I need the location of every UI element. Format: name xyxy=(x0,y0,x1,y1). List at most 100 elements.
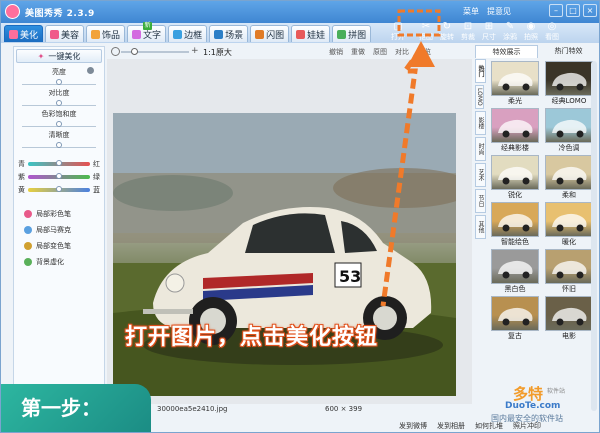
effect-item[interactable]: 锐化 xyxy=(491,155,539,200)
tab-label: 美容 xyxy=(61,30,80,41)
tab-icon xyxy=(337,29,347,39)
zoom-in-icon[interactable]: + xyxy=(191,46,199,56)
effect-thumbnail[interactable] xyxy=(545,249,593,284)
tab-0[interactable]: 美化 xyxy=(4,25,44,42)
tab-effects-show[interactable]: 特效展示 xyxy=(475,45,538,58)
one-key-beautify-label: 一键美化 xyxy=(48,51,81,61)
effect-item[interactable]: 复古 xyxy=(491,296,539,341)
effect-item[interactable]: 怀旧 xyxy=(545,249,593,294)
slider-knob[interactable] xyxy=(56,142,62,148)
color-slider[interactable] xyxy=(28,186,90,192)
status-filename: 30000ea5e2410.jpg xyxy=(157,405,228,413)
effect-item[interactable]: 经典影楼 xyxy=(491,108,539,153)
reset-icon[interactable] xyxy=(87,67,94,74)
effect-category-tab[interactable]: 时尚 xyxy=(475,137,486,161)
color-slider-knob[interactable] xyxy=(56,173,62,179)
feature-item[interactable]: 背景虚化 xyxy=(24,257,104,267)
feature-item[interactable]: 局部彩色笔 xyxy=(24,209,104,219)
color-slider-knob[interactable] xyxy=(56,186,62,192)
zoom-slider[interactable] xyxy=(121,48,189,55)
slider-label: 色彩饱和度 xyxy=(41,110,77,118)
slider-track[interactable] xyxy=(22,142,96,148)
effect-category-tab[interactable]: LOMO xyxy=(475,85,484,109)
tool-icon: ◎ xyxy=(547,21,557,32)
slider-knob[interactable] xyxy=(56,121,62,127)
close-icon[interactable]: × xyxy=(583,4,597,17)
effect-thumbnail[interactable] xyxy=(545,155,593,190)
effect-category-tab[interactable]: 热门 xyxy=(475,59,486,83)
bottom-link-0[interactable]: 发到微博 xyxy=(399,421,427,431)
tab-icon xyxy=(132,29,142,39)
effect-thumbnail[interactable] xyxy=(491,155,539,190)
effect-label: 经典影楼 xyxy=(501,144,529,152)
tab-2[interactable]: 饰品 xyxy=(86,25,126,42)
effect-category-tab[interactable]: 影楼 xyxy=(475,111,486,135)
color-slider-knob[interactable] xyxy=(56,160,62,166)
effect-thumbnail[interactable] xyxy=(491,108,539,143)
zoom-out-icon[interactable] xyxy=(111,47,120,56)
effect-thumbnail[interactable] xyxy=(491,296,539,331)
tool-button-3[interactable]: ⊡ 剪裁 xyxy=(458,3,478,45)
effect-category-tab[interactable]: 艺术 xyxy=(475,163,486,187)
app-title: 美图秀秀 2.3.9 xyxy=(25,9,95,19)
tab-hot-effects[interactable]: 热门特效 xyxy=(538,45,599,58)
color-left-label: 青 xyxy=(18,160,25,168)
slider-track[interactable] xyxy=(22,79,96,85)
effects-scrollbar[interactable] xyxy=(591,61,597,411)
effect-thumbnail[interactable] xyxy=(491,202,539,237)
tab-6[interactable]: 闪图 xyxy=(250,25,290,42)
effect-thumbnail[interactable] xyxy=(545,202,593,237)
tab-4[interactable]: 边框 xyxy=(168,25,208,42)
watermark-url: DuoTe.com xyxy=(505,401,561,411)
effect-item[interactable]: 电影 xyxy=(545,296,593,341)
feature-item[interactable]: 局部变色笔 xyxy=(24,241,104,251)
tab-label: 美化 xyxy=(20,30,39,41)
slider-knob[interactable] xyxy=(56,79,62,85)
tab-7[interactable]: 娃娃 xyxy=(291,25,331,42)
effect-label: 冷色调 xyxy=(558,144,580,152)
effect-thumbnail[interactable] xyxy=(491,249,539,284)
status-bar: 30000ea5e2410.jpg 600 × 399 xyxy=(107,404,472,416)
effect-item[interactable]: 智能绘色 xyxy=(491,202,539,247)
color-left-label: 紫 xyxy=(18,173,25,181)
maximize-icon[interactable]: □ xyxy=(566,4,580,17)
slider-track[interactable] xyxy=(22,121,96,127)
effect-thumbnail[interactable] xyxy=(491,61,539,96)
feature-item[interactable]: 局部马赛克 xyxy=(24,225,104,235)
effect-thumbnail[interactable] xyxy=(545,108,593,143)
zoom-slider-knob[interactable] xyxy=(131,48,138,55)
effect-thumbnail[interactable] xyxy=(545,296,593,331)
effect-item[interactable]: 黑白色 xyxy=(491,249,539,294)
slider-track[interactable] xyxy=(22,100,96,106)
effect-item[interactable]: 经典LOMO xyxy=(545,61,593,106)
feature-icon xyxy=(24,242,32,250)
tab-icon xyxy=(214,29,224,39)
canvas-action-0[interactable]: 撤销 xyxy=(329,47,343,57)
color-slider[interactable] xyxy=(28,173,90,179)
effect-item[interactable]: 暖化 xyxy=(545,202,593,247)
zoom-value[interactable]: 1:1原大 xyxy=(203,47,232,58)
tool-button-5[interactable]: ✎ 涂鸦 xyxy=(500,3,520,45)
slider-knob[interactable] xyxy=(56,100,62,106)
tool-button-7[interactable]: ◎ 看图 xyxy=(542,3,562,45)
one-key-beautify-button[interactable]: ✦ 一键美化 xyxy=(16,49,102,63)
tool-button-4[interactable]: ⊞ 尺寸 xyxy=(479,3,499,45)
effect-thumbnail[interactable] xyxy=(545,61,593,96)
color-right-label: 红 xyxy=(93,160,100,168)
tab-list: 美化 美容 饰品 文字 边框 场景 闪图 娃娃 拼图 xyxy=(4,25,372,42)
effect-item[interactable]: 冷色调 xyxy=(545,108,593,153)
effect-label: 柔和 xyxy=(562,191,576,199)
tab-1[interactable]: 美容 xyxy=(45,25,85,42)
tool-button-6[interactable]: ◉ 拍照 xyxy=(521,3,541,45)
effect-label: 智能绘色 xyxy=(501,238,529,246)
slider-label: 对比度 xyxy=(48,89,70,97)
bottom-link-1[interactable]: 发到相册 xyxy=(437,421,465,431)
effect-item[interactable]: 柔光 xyxy=(491,61,539,106)
effect-category-tab[interactable]: 节日 xyxy=(475,189,486,213)
color-right-label: 蓝 xyxy=(93,186,100,194)
effect-category-tab[interactable]: 其他 xyxy=(475,215,486,239)
effect-item[interactable]: 柔和 xyxy=(545,155,593,200)
new-badge: 新 xyxy=(143,22,152,30)
color-slider[interactable] xyxy=(28,160,90,166)
tab-5[interactable]: 场景 xyxy=(209,25,249,42)
